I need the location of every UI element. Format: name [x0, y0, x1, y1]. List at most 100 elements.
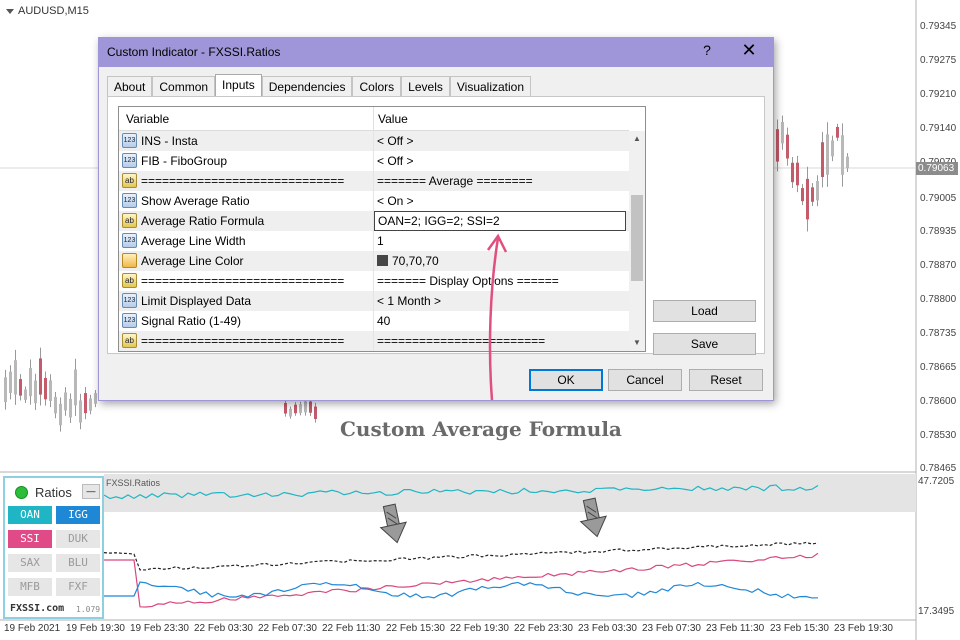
ratio-button-sax[interactable]: SAX	[8, 554, 52, 572]
cancel-button[interactable]: Cancel	[608, 369, 682, 391]
param-variable: Limit Displayed Data	[141, 294, 252, 308]
param-value[interactable]: ======= Average ========	[377, 174, 533, 188]
numeric-param-icon: 123	[122, 293, 137, 308]
tab-about[interactable]: About	[107, 76, 153, 97]
price-axis-label: 0.79210	[920, 89, 957, 100]
candle-body	[9, 371, 12, 393]
save-button[interactable]: Save	[653, 333, 756, 355]
cell-divider	[373, 331, 374, 351]
grid-row[interactable]: 123 FIB - FiboGroup < Off >	[119, 151, 629, 171]
grid-scrollbar[interactable]: ▲ ▼	[629, 131, 645, 351]
help-button[interactable]: ?	[697, 42, 717, 58]
indicator-line	[103, 541, 819, 571]
price-axis-label: 0.78870	[920, 260, 957, 271]
grid-row[interactable]: 123 Show Average Ratio < On >	[119, 191, 629, 211]
candle-body	[289, 408, 292, 417]
param-value[interactable]: < 1 Month >	[377, 294, 441, 308]
ratio-button-mfb[interactable]: MFB	[8, 578, 52, 596]
time-axis-label: 23 Feb 07:30	[642, 623, 701, 634]
param-value[interactable]: 40	[377, 314, 390, 328]
price-axis-label: 0.79140	[920, 123, 957, 134]
tab-colors[interactable]: Colors	[352, 76, 402, 97]
indicator-title: FXSSI.Ratios	[106, 478, 161, 488]
candle-body	[309, 401, 312, 413]
tab-inputs[interactable]: Inputs	[215, 74, 262, 97]
candle-body	[299, 404, 302, 413]
price-axis-label: 0.78735	[920, 328, 957, 339]
tab-levels[interactable]: Levels	[401, 76, 450, 97]
candle-body	[786, 134, 789, 159]
candle-body	[811, 187, 814, 202]
cell-divider	[373, 291, 374, 311]
candle-body	[79, 400, 82, 423]
candle-body	[4, 377, 7, 403]
param-value[interactable]: ======= Display Options ======	[377, 274, 559, 288]
param-variable: =============================	[141, 274, 345, 288]
minimize-button[interactable]: —	[82, 484, 100, 499]
grid-row[interactable]: 123 Limit Displayed Data < 1 Month >	[119, 291, 629, 311]
candle-body	[14, 360, 17, 395]
param-variable: Average Line Width	[141, 234, 246, 248]
scroll-thumb[interactable]	[631, 195, 643, 281]
indicator-axis-bottom: 17.3495	[918, 606, 955, 617]
candle-body	[19, 379, 22, 396]
column-header-variable[interactable]: Variable	[126, 112, 169, 126]
param-variable: =============================	[141, 334, 345, 348]
param-value[interactable]: 70,70,70	[377, 254, 439, 268]
close-button[interactable]: ✕	[737, 40, 761, 61]
ratio-button-duk[interactable]: DUK	[56, 530, 100, 548]
reset-button[interactable]: Reset	[689, 369, 763, 391]
candle-body	[54, 396, 57, 414]
grid-row[interactable]: 123 Average Line Width 1	[119, 231, 629, 251]
grid-row[interactable]: ab ============================= ======= D…	[119, 271, 629, 291]
annotation-arrow-icon	[486, 233, 508, 401]
scroll-down-icon[interactable]: ▼	[629, 335, 645, 351]
grid-row[interactable]: 123 Signal Ratio (1-49) 40	[119, 311, 629, 331]
candle-body	[826, 134, 829, 175]
ratio-button-blu[interactable]: BLU	[56, 554, 100, 572]
ratio-button-ssi[interactable]: SSI	[8, 530, 52, 548]
price-axis-label: 0.79345	[920, 21, 957, 32]
column-header-value[interactable]: Value	[378, 112, 408, 126]
dialog-titlebar[interactable]: Custom Indicator - FXSSI.Ratios ? ✕	[99, 38, 773, 67]
cell-divider	[373, 231, 374, 251]
candle-body	[791, 162, 794, 183]
down-arrow-icon	[379, 503, 407, 544]
param-value[interactable]: < Off >	[377, 134, 413, 148]
candle-body	[821, 142, 824, 177]
ratio-button-fxf[interactable]: FXF	[56, 578, 100, 596]
price-axis-label: 0.78800	[920, 294, 957, 305]
price-axis-label: 0.78935	[920, 226, 957, 237]
cell-divider	[373, 171, 374, 191]
time-axis-label: 22 Feb 23:30	[514, 623, 573, 634]
indicator-line	[104, 581, 819, 599]
grid-row[interactable]: ab ============================= ======= A…	[119, 171, 629, 191]
param-value[interactable]: 1	[377, 234, 384, 248]
grid-row[interactable]: Average Line Color 70,70,70	[119, 251, 629, 271]
tab-visualization[interactable]: Visualization	[449, 76, 532, 97]
tab-common[interactable]: Common	[152, 76, 216, 97]
candle-body	[24, 389, 27, 400]
column-divider[interactable]	[373, 107, 374, 131]
grid-row[interactable]: ab ============================= =========…	[119, 331, 629, 351]
ratio-button-igg[interactable]: IGG	[56, 506, 100, 524]
scroll-up-icon[interactable]: ▲	[629, 131, 645, 147]
load-button[interactable]: Load	[653, 300, 756, 322]
param-value[interactable]: < On >	[377, 194, 414, 208]
ok-button[interactable]: OK	[529, 369, 603, 391]
time-axis-label: 19 Feb 19:30	[66, 623, 125, 634]
grid-row[interactable]: 123 INS - Insta < Off >	[119, 131, 629, 151]
tab-dependencies[interactable]: Dependencies	[261, 76, 353, 97]
grid-row[interactable]: ab Average Ratio Formula OAN=2; IGG=2; SSI…	[119, 211, 629, 231]
ratios-panel-title: Ratios	[35, 485, 72, 500]
site-label[interactable]: FXSSI.com	[10, 603, 64, 614]
candle-body	[44, 377, 47, 400]
ratio-button-oan[interactable]: OAN	[8, 506, 52, 524]
candle-body	[294, 404, 297, 414]
indicator-line	[104, 552, 819, 608]
param-value[interactable]: < Off >	[377, 154, 413, 168]
chart-symbol-label[interactable]: AUDUSD,M15	[6, 5, 89, 17]
price-axis-label: 0.78665	[920, 362, 957, 373]
down-arrow-icon	[579, 497, 607, 538]
numeric-param-icon: 123	[122, 313, 137, 328]
